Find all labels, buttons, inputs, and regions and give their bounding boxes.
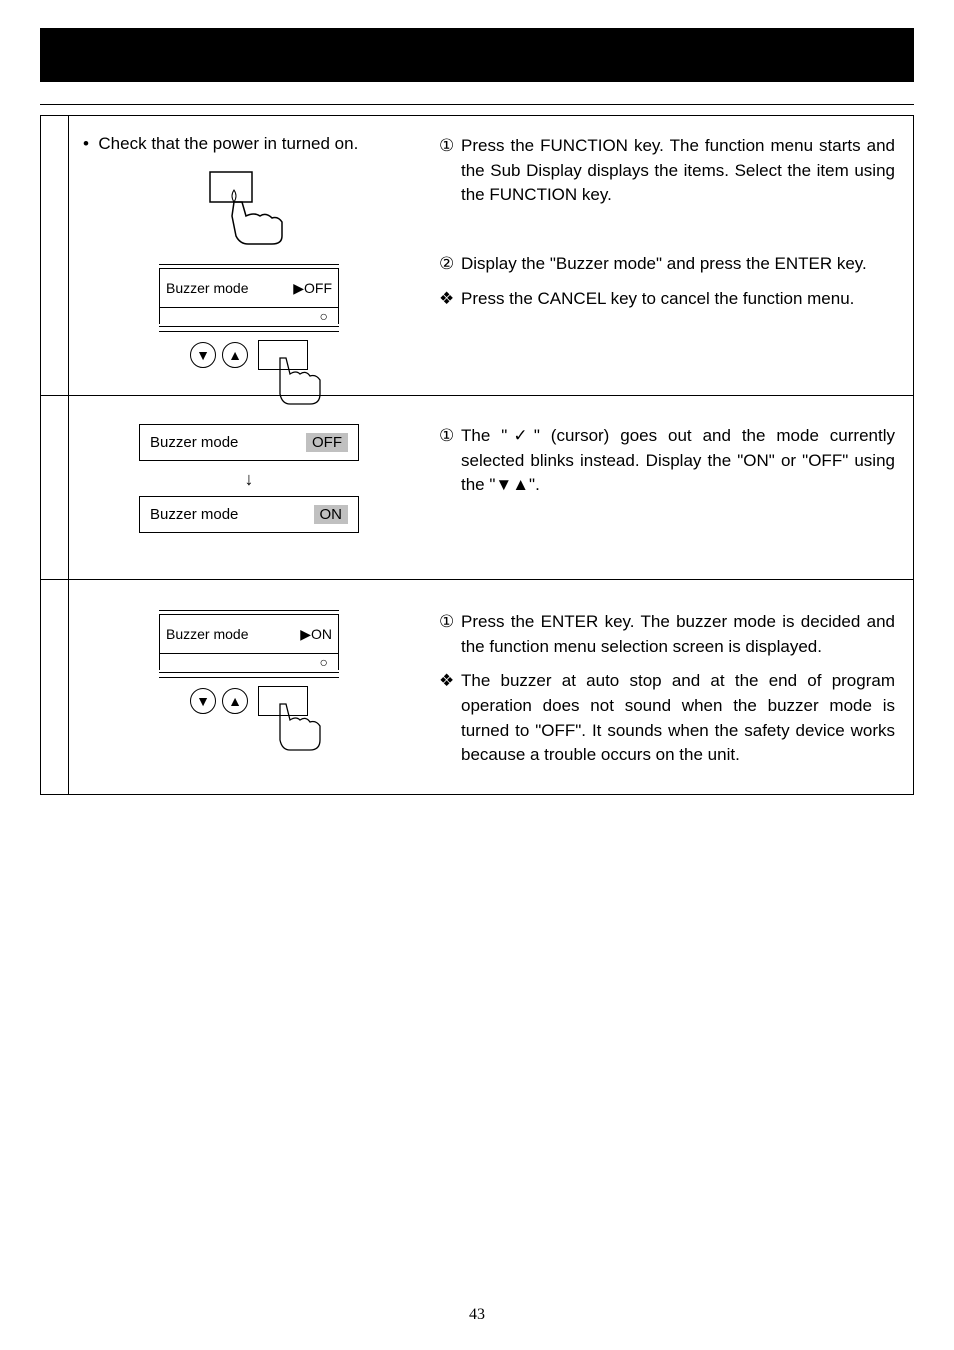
diamond-icon: ❖	[439, 287, 461, 312]
button-row: ▼ ▲	[190, 342, 308, 377]
row3-right: ① Press the ENTER key. The buzzer mode i…	[429, 580, 913, 794]
step-item: ① The "✓" (cursor) goes out and the mode…	[439, 424, 895, 498]
row-gutter	[41, 116, 69, 395]
hand-press-icon	[270, 348, 340, 410]
row2-step1-text: The "✓" (cursor) goes out and the mode c…	[461, 424, 895, 498]
note-text: Press the CANCEL key to cancel the funct…	[461, 287, 895, 312]
row3-step1-text: Press the ENTER key. The buzzer mode is …	[461, 610, 895, 659]
note-item: ❖ The buzzer at auto stop and at the end…	[439, 669, 895, 768]
page-number: 43	[0, 1306, 954, 1324]
down-triangle-icon: ▼	[196, 347, 210, 363]
step2-text: Display the "Buzzer mode" and press the …	[461, 252, 895, 277]
row3-note-text: The buzzer at auto stop and at the end o…	[461, 669, 895, 768]
table-row: Buzzer mode ▶ON ○ ▼ ▲	[41, 580, 913, 794]
row1-right: ① Press the FUNCTION key. The function m…	[429, 116, 913, 395]
row2-left: Buzzer mode OFF ↓ Buzzer mode ON	[69, 396, 429, 579]
down-arrow-icon: ↓	[245, 469, 254, 490]
lamp-icon: ○	[320, 654, 328, 670]
circled-two-icon: ②	[439, 252, 461, 277]
up-triangle-icon: ▲	[228, 347, 242, 363]
row1-left: • Check that the power in turned on. Buz…	[69, 116, 429, 395]
row2-right: ① The "✓" (cursor) goes out and the mode…	[429, 396, 913, 579]
down-triangle-icon: ▼	[196, 693, 210, 709]
bullet-icon: •	[83, 134, 89, 153]
hand-press-icon	[270, 694, 340, 756]
horizontal-rule	[40, 104, 914, 105]
sub-display: Buzzer mode ▶OFF ○	[159, 264, 339, 332]
mode-box-label: Buzzer mode	[150, 434, 238, 451]
mode-box-off: Buzzer mode OFF	[139, 424, 359, 461]
sub-display: Buzzer mode ▶ON ○	[159, 610, 339, 678]
row-gutter	[41, 396, 69, 579]
header-black-band	[40, 28, 914, 82]
sub-display-value: ▶OFF	[293, 280, 332, 297]
step-item: ① Press the FUNCTION key. The function m…	[439, 134, 895, 208]
up-arrow-button[interactable]: ▲	[222, 688, 248, 714]
lamp-icon: ○	[320, 308, 328, 324]
circled-one-icon: ①	[439, 610, 461, 659]
sub-display-value: ▶ON	[300, 626, 332, 643]
row-gutter	[41, 580, 69, 794]
mode-box-value: OFF	[306, 433, 348, 452]
mode-box-on: Buzzer mode ON	[139, 496, 359, 533]
sub-display-label: Buzzer mode	[166, 626, 248, 642]
note-item: ❖ Press the CANCEL key to cancel the fun…	[439, 287, 895, 312]
hand-press-icon	[204, 166, 294, 246]
up-triangle-icon: ▲	[228, 693, 242, 709]
row3-left: Buzzer mode ▶ON ○ ▼ ▲	[69, 580, 429, 794]
step-item: ② Display the "Buzzer mode" and press th…	[439, 252, 895, 277]
table-row: Buzzer mode OFF ↓ Buzzer mode ON ① The "…	[41, 396, 913, 580]
up-arrow-button[interactable]: ▲	[222, 342, 248, 368]
mode-box-value: ON	[314, 505, 349, 524]
mode-box-label: Buzzer mode	[150, 506, 238, 523]
check-power-label: Check that the power in turned on.	[98, 134, 358, 153]
check-power-text: • Check that the power in turned on.	[83, 134, 358, 154]
down-arrow-button[interactable]: ▼	[190, 688, 216, 714]
step1-text: Press the FUNCTION key. The function men…	[461, 134, 895, 208]
circled-one-icon: ①	[439, 134, 461, 208]
down-arrow-button[interactable]: ▼	[190, 342, 216, 368]
sub-display-label: Buzzer mode	[166, 280, 248, 296]
button-row: ▼ ▲	[190, 688, 308, 723]
circled-one-icon: ①	[439, 424, 461, 498]
diamond-icon: ❖	[439, 669, 461, 768]
steps-table: • Check that the power in turned on. Buz…	[40, 115, 914, 795]
table-row: • Check that the power in turned on. Buz…	[41, 116, 913, 396]
step-item: ① Press the ENTER key. The buzzer mode i…	[439, 610, 895, 659]
